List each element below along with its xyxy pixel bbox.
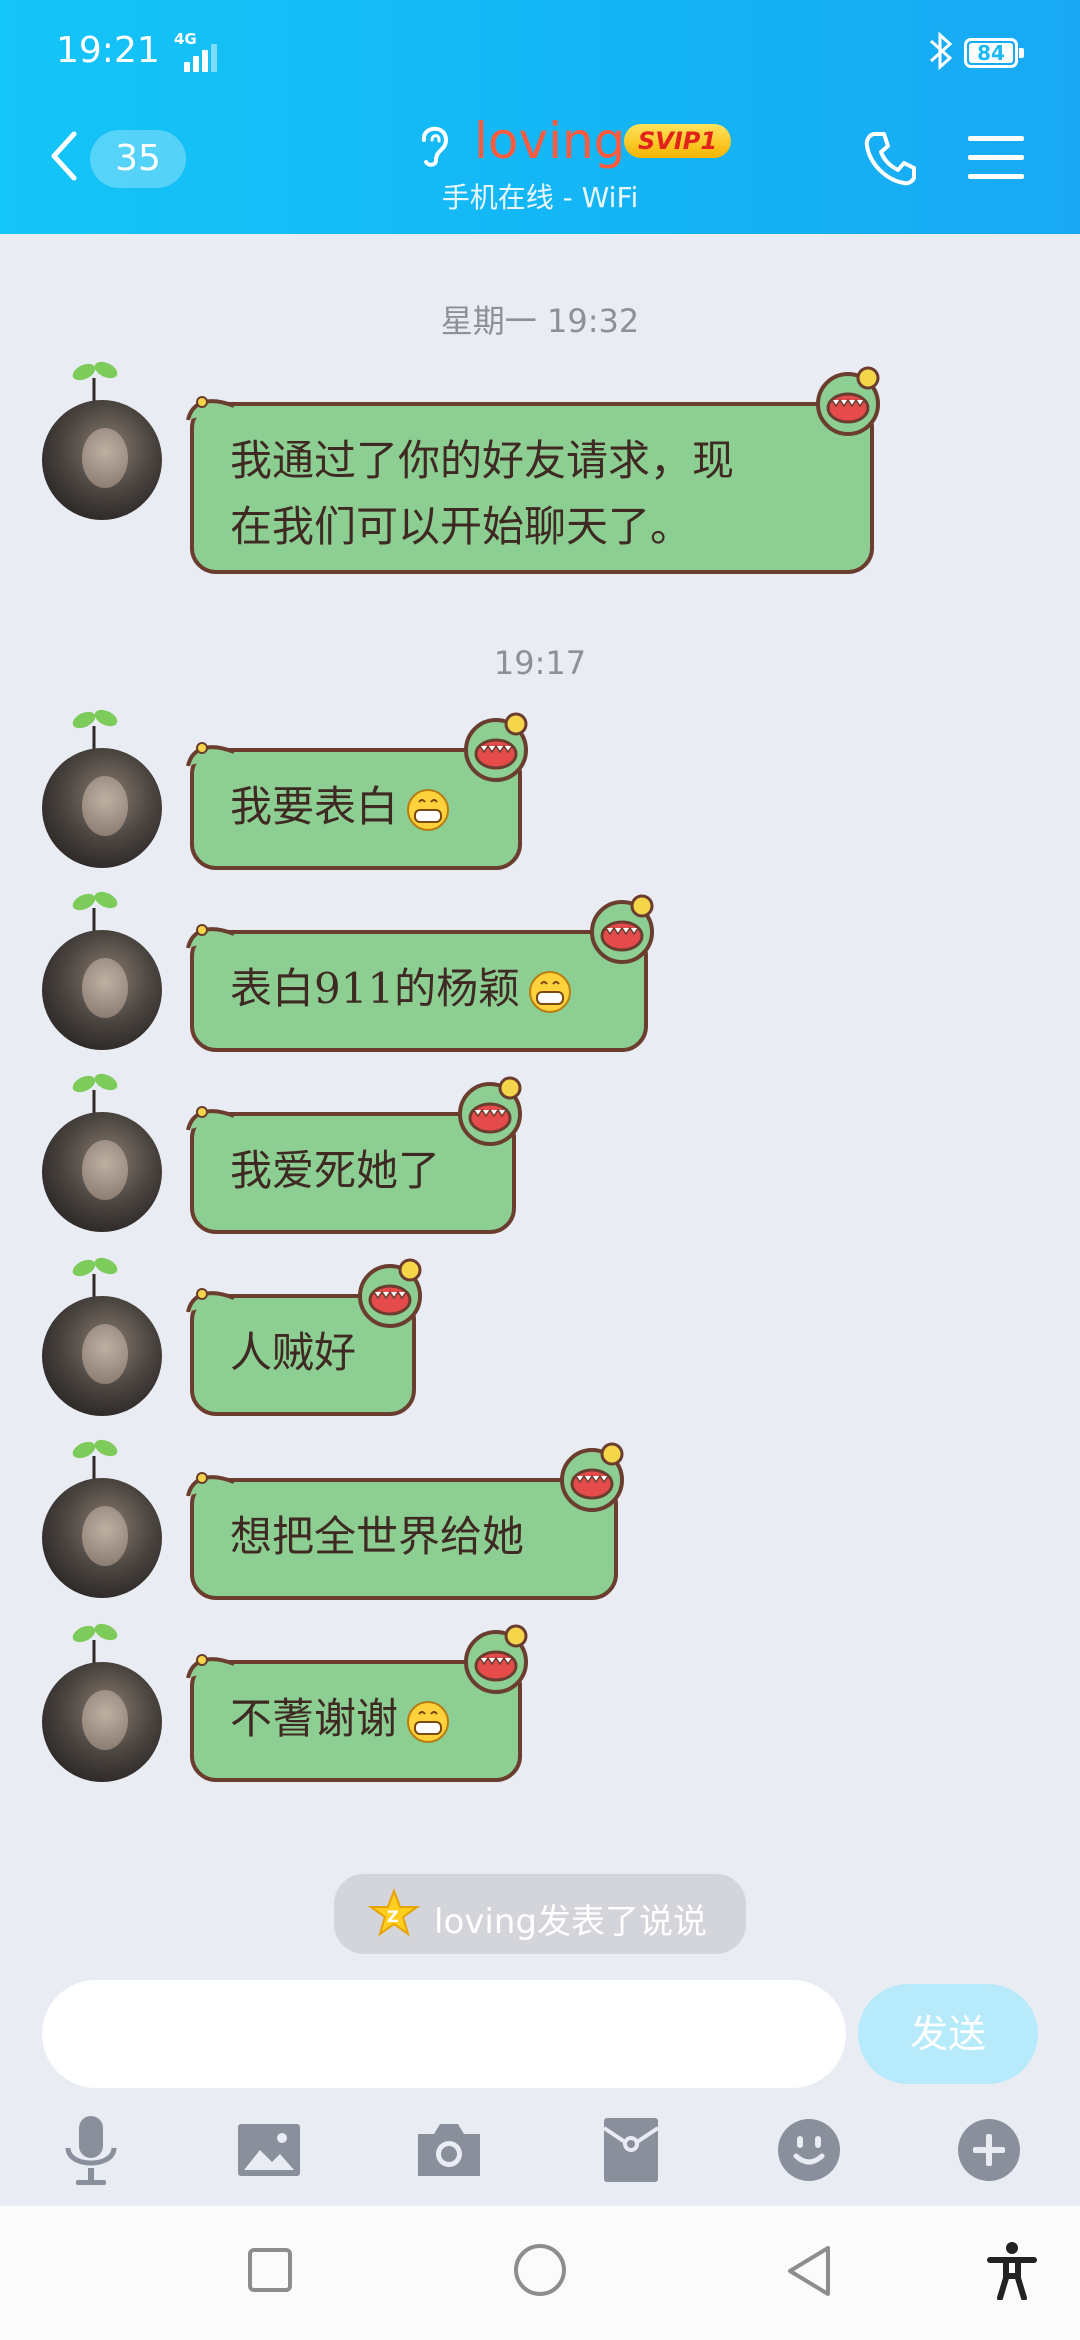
chat-header: 19:21 4G 84 35 loving SVIP1 手机在线 - WiFi [0, 0, 1080, 234]
input-toolbar [0, 2110, 1080, 2210]
avatar[interactable] [42, 400, 162, 520]
avatar[interactable] [42, 748, 162, 868]
message-text: 人贼好 [230, 1328, 357, 1377]
sprout-icon [64, 1252, 124, 1302]
avatar[interactable] [42, 1112, 162, 1232]
message-text: 表白911的杨颖 [230, 964, 521, 1013]
emoji-icon[interactable] [774, 2110, 844, 2190]
timestamp: 星期一 19:32 [440, 302, 640, 340]
menu-icon[interactable] [968, 134, 1024, 182]
timestamp: 19:17 [493, 644, 587, 682]
svip-badge: SVIP1 [624, 124, 732, 158]
signal-icon: 4G [174, 30, 226, 72]
message-text: 不蓍谢谢 [230, 1694, 399, 1743]
sprout-icon [64, 356, 124, 406]
camera-icon[interactable] [414, 2110, 484, 2190]
feed-notice-text: loving发表了说说 [434, 1902, 707, 1942]
battery-level: 84 [977, 41, 1005, 65]
grin-emoji-icon [529, 971, 572, 1013]
message-input[interactable] [42, 1980, 846, 2088]
bluetooth-icon [928, 30, 954, 82]
message-text: 想把全世界给她 [230, 1512, 525, 1561]
avatar[interactable] [42, 1296, 162, 1416]
network-type: 4G [174, 30, 197, 48]
online-status: 手机在线 - WiFi [441, 181, 639, 214]
sprout-icon [64, 704, 124, 754]
phone-call-icon[interactable] [862, 128, 918, 188]
message-bubble[interactable]: 不蓍谢谢 [186, 1624, 528, 1782]
image-icon[interactable] [234, 2110, 304, 2190]
message-text: 我爱死她了 [230, 1146, 441, 1195]
grin-emoji-icon [407, 789, 450, 831]
microphone-icon[interactable] [56, 2110, 126, 2190]
sprout-icon [64, 1068, 124, 1118]
sprout-icon [64, 1434, 124, 1484]
system-nav-bar [0, 2206, 1080, 2340]
message-text: 在我们可以开始聊天了。 [230, 502, 693, 551]
recents-icon[interactable] [246, 2246, 294, 2298]
message-bubble[interactable]: 我爱死她了 [186, 1076, 522, 1234]
avatar[interactable] [42, 1478, 162, 1598]
svg-text:Z: Z [387, 1907, 399, 1926]
avatar[interactable] [42, 930, 162, 1050]
accessibility-icon[interactable] [984, 2240, 1040, 2304]
home-icon[interactable] [512, 2242, 568, 2302]
grin-emoji-icon [407, 1701, 450, 1743]
message-text: 我通过了你的好友请求，现 [230, 436, 735, 485]
sprout-icon [64, 886, 124, 936]
status-bar: 19:21 4G 84 [0, 0, 1080, 110]
plus-icon[interactable] [954, 2110, 1024, 2190]
message-bubble[interactable]: 表白911的杨颖 [186, 894, 654, 1052]
message-bubble[interactable]: 我要表白 [186, 712, 528, 870]
contact-name[interactable]: loving [474, 112, 625, 170]
red-packet-icon[interactable] [596, 2110, 666, 2190]
avatar[interactable] [42, 1662, 162, 1782]
battery-icon: 84 [964, 38, 1024, 68]
message-text: 我要表白 [230, 782, 399, 831]
ear-icon[interactable] [414, 118, 454, 168]
message-bubble[interactable]: 想把全世界给她 [186, 1442, 624, 1600]
message-bubble[interactable]: 人贼好 [186, 1258, 422, 1416]
qzone-star-icon: Z [368, 1888, 420, 1937]
sprout-icon [64, 1618, 124, 1668]
message-bubble[interactable]: 我通过了你的好友请求，现 在我们可以开始聊天了。 [186, 366, 880, 574]
feed-notice[interactable]: Z loving发表了说说 [334, 1874, 746, 1954]
send-button[interactable]: 发送 [858, 1984, 1038, 2084]
back-nav-icon[interactable] [784, 2244, 834, 2302]
clock: 19:21 [56, 30, 160, 71]
